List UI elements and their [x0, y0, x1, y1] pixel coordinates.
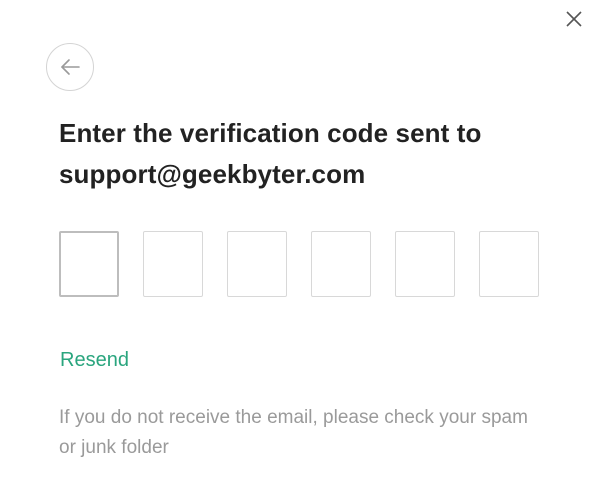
back-button[interactable] [46, 43, 94, 91]
code-digit-3[interactable] [227, 231, 287, 297]
close-icon [566, 11, 582, 27]
code-digit-6[interactable] [479, 231, 539, 297]
code-digit-4[interactable] [311, 231, 371, 297]
close-button[interactable] [562, 7, 586, 31]
title-email: support@geekbyter.com [59, 159, 366, 189]
hint-text: If you do not receive the email, please … [59, 407, 528, 458]
code-digit-2[interactable] [143, 231, 203, 297]
code-digit-5[interactable] [395, 231, 455, 297]
arrow-left-icon [61, 59, 80, 75]
code-digit-1[interactable] [59, 231, 119, 297]
title-line-1: Enter the verification code sent to [59, 118, 482, 148]
page-title: Enter the verification code sent to supp… [59, 113, 579, 195]
resend-link[interactable]: Resend [60, 349, 129, 372]
verification-code-inputs [59, 231, 539, 297]
